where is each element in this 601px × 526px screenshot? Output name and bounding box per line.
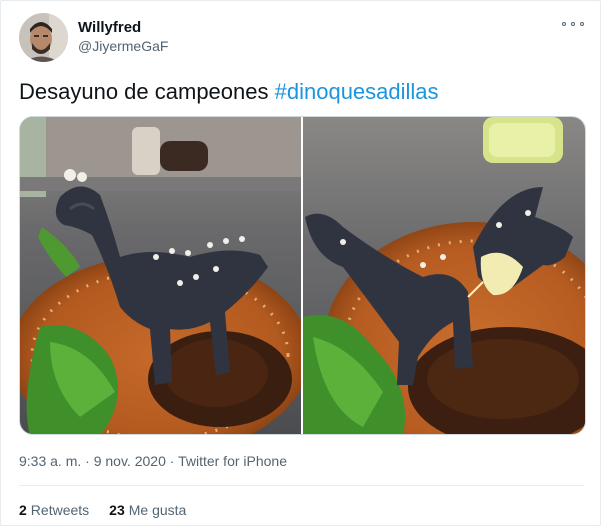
media-grid — [19, 116, 586, 435]
likes-label: Me gusta — [128, 502, 187, 518]
display-name[interactable]: Willyfred — [78, 18, 168, 37]
photo-right[interactable] — [303, 117, 585, 434]
tweet-body: Desayuno de campeones — [19, 79, 275, 104]
tweet-source-link[interactable]: Twitter for iPhone — [178, 453, 287, 469]
retweets-count: 2 — [19, 502, 27, 518]
avatar[interactable] — [19, 13, 68, 62]
photo-left[interactable] — [20, 117, 301, 434]
tweet-meta: 9:33 a. m. · 9 nov. 2020 · Twitter for i… — [19, 452, 287, 471]
divider — [19, 485, 584, 486]
user-handle[interactable]: @JiyermeGaF — [78, 37, 168, 56]
dinosaur-quesadilla-photo-2 — [303, 117, 585, 434]
dinosaur-quesadilla-photo-1 — [20, 117, 301, 434]
retweets-stat[interactable]: 2 Retweets — [19, 501, 89, 520]
meta-separator: · — [165, 453, 179, 469]
meta-separator: · — [81, 453, 94, 469]
avatar-image — [19, 13, 68, 62]
hashtag-link[interactable]: #dinoquesadillas — [275, 79, 439, 104]
tweet-text: Desayuno de campeones #dinoquesadillas — [19, 77, 439, 107]
likes-count: 23 — [109, 502, 125, 518]
likes-stat[interactable]: 23 Me gusta — [109, 501, 186, 520]
tweet-header: Willyfred @JiyermeGaF — [19, 13, 168, 62]
tweet-date[interactable]: 9 nov. 2020 — [94, 453, 166, 469]
tweet-stats: 2 Retweets 23 Me gusta — [19, 501, 206, 520]
user-names: Willyfred @JiyermeGaF — [78, 18, 168, 56]
tweet-card: Willyfred @JiyermeGaF Desayuno de campeo… — [0, 0, 601, 526]
more-options-icon[interactable] — [562, 17, 584, 31]
tweet-time[interactable]: 9:33 a. m. — [19, 453, 81, 469]
retweets-label: Retweets — [30, 502, 90, 518]
